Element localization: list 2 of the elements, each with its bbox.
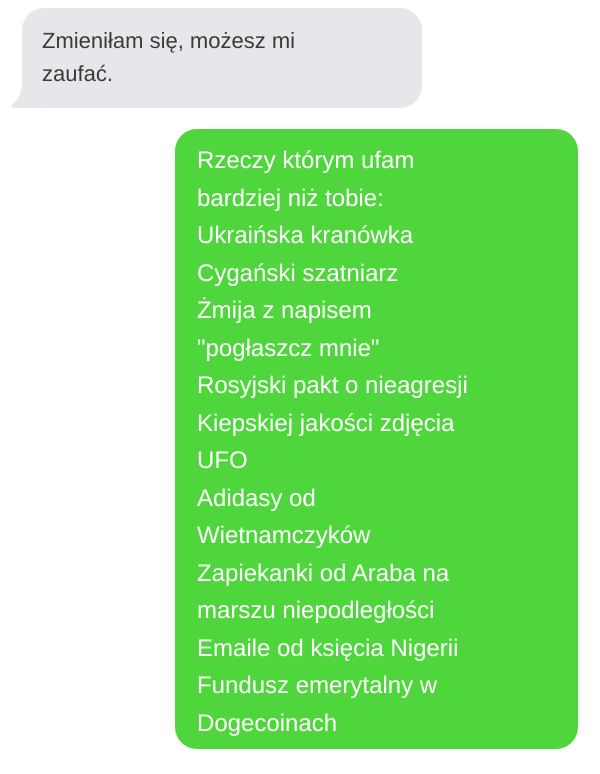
received-message: Zmieniłam się, możesz mi zaufać. [22, 8, 422, 108]
sent-message: Rzeczy którym ufam bardziej niż tobie: Ukraińska kranówka Cygański szatniarz Żmija z napisem "pogłaszcz mnie" Rosyjski pakt o nieagresji Kiepskiej jakości zdjęcia UFO Adidasy od Wietnamczyków Zapiekanki od Araba na marszu niepodległości Emaile od księcia Nigerii Fundusz emerytalny w Dogecoinach [175, 129, 578, 749]
